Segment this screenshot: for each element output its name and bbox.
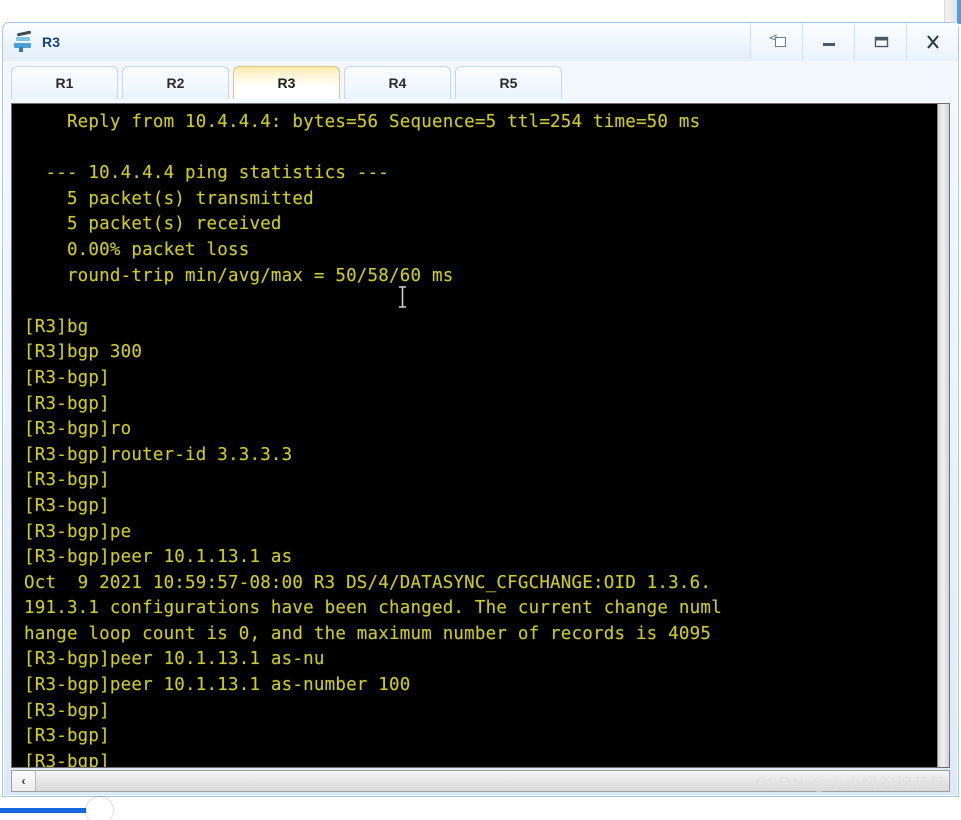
minimize-button[interactable] <box>802 23 854 61</box>
terminal-line: [R3]bgp 300 <box>24 342 143 363</box>
terminal-line: 191.3.1 configurations have been changed… <box>24 598 722 619</box>
terminal-line: Reply from 10.4.4.4: bytes=56 Sequence=5… <box>24 112 701 132</box>
terminal-line: [R3-bgp] <box>24 751 110 767</box>
terminal-line: [R3-bgp] <box>24 726 110 747</box>
terminal-line: Oct 9 2021 10:59:57-08:00 R3 DS/4/DATASY… <box>24 572 712 593</box>
terminal-output[interactable]: Reply from 10.4.4.4: bytes=56 Sequence=5… <box>12 104 937 767</box>
terminal-line: 5 packet(s) transmitted <box>24 188 314 209</box>
video-progress-bar[interactable] <box>0 797 961 820</box>
terminal-line: [R3-bgp] <box>24 495 110 516</box>
video-scrubber-handle[interactable] <box>86 797 113 820</box>
terminal-line: hange loop count is 0, and the maximum n… <box>24 623 712 644</box>
terminal-line: [R3-bgp] <box>24 470 110 491</box>
window-title-bar: R3 <box>3 23 958 61</box>
close-button[interactable] <box>906 23 958 61</box>
maximize-button[interactable] <box>854 23 906 61</box>
tab-r5[interactable]: R5 <box>455 66 562 99</box>
terminal-line: [R3-bgp]ro <box>24 419 132 440</box>
tab-r3[interactable]: R3 <box>233 66 340 99</box>
terminal-line: [R3-bgp] <box>24 393 110 414</box>
terminal-line: [R3-bgp]peer 10.1.13.1 as-nu <box>24 649 325 670</box>
terminal-line: [R3-bgp]pe <box>24 521 132 542</box>
tab-r1[interactable]: R1 <box>11 66 118 99</box>
router-console-window: R3 R1 R2 R3 R4 R5 Reply from 10.4.4.4: b… <box>2 22 959 797</box>
terminal-line: [R3-bgp] <box>24 367 110 388</box>
device-tab-strip: R1 R2 R3 R4 R5 <box>3 61 958 99</box>
screen-root: R3 R1 R2 R3 R4 R5 Reply from 10.4.4.4: b… <box>0 0 961 820</box>
scroll-left-arrow-icon[interactable]: ‹ <box>12 771 36 791</box>
scroll-track[interactable] <box>36 771 949 791</box>
tab-r4[interactable]: R4 <box>344 66 451 99</box>
restore-down-button[interactable] <box>750 23 802 61</box>
terminal-line: [R3-bgp] <box>24 700 110 721</box>
tab-label: R5 <box>499 75 518 91</box>
window-controls <box>750 23 958 61</box>
tab-label: R1 <box>55 75 74 91</box>
tab-label: R3 <box>277 75 296 91</box>
terminal-line: [R3-bgp]peer 10.1.13.1 as <box>24 547 293 568</box>
terminal-line: --- 10.4.4.4 ping statistics --- <box>24 163 390 184</box>
tab-label: R2 <box>166 75 185 91</box>
terminal-line: [R3]bg <box>24 316 89 337</box>
terminal-panel: Reply from 10.4.4.4: bytes=56 Sequence=5… <box>11 103 950 768</box>
terminal-line: 0.00% packet loss <box>24 239 250 260</box>
host-page-scrollbar[interactable] <box>944 0 961 24</box>
video-progress-fill <box>0 808 97 813</box>
terminal-vertical-scrollbar[interactable] <box>937 104 949 767</box>
window-title: R3 <box>42 34 61 50</box>
terminal-line: [R3-bgp]peer 10.1.13.1 as-number 100 <box>24 675 411 696</box>
tab-label: R4 <box>388 75 407 91</box>
router-device-icon <box>13 30 35 53</box>
terminal-line: 5 packet(s) received <box>24 214 282 235</box>
terminal-line: round-trip min/avg/max = 50/58/60 ms <box>24 265 454 286</box>
terminal-line: [R3-bgp]router-id 3.3.3.3 <box>24 444 293 465</box>
tab-r2[interactable]: R2 <box>122 66 229 99</box>
window-horizontal-scrollbar[interactable]: ‹ <box>11 770 950 792</box>
